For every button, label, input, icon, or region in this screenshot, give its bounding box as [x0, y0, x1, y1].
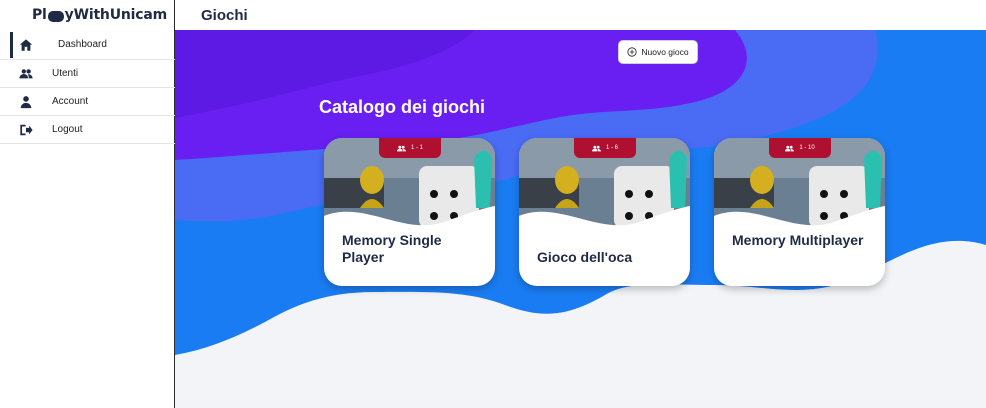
- new-game-button[interactable]: Nuovo gioco: [618, 40, 698, 64]
- sidebar-item-account[interactable]: Account: [0, 88, 175, 116]
- users-icon: [591, 145, 601, 151]
- sidebar-item-dashboard[interactable]: Dashboard: [0, 30, 175, 60]
- sidebar-item-label: Dashboard: [58, 39, 107, 50]
- brand-text-end: yWithUnicam: [64, 7, 167, 23]
- players-range: 1 - 1: [410, 145, 423, 151]
- users-icon: [785, 145, 795, 151]
- sidebar-item-label: Logout: [52, 124, 83, 135]
- players-range: 1 - 6: [605, 145, 618, 151]
- catalog-title: Catalogo dei giochi: [319, 97, 486, 117]
- sidebar-item-label: Account: [52, 96, 89, 107]
- sidebar-item-label: Utenti: [52, 68, 79, 79]
- players-badge: 1 - 6: [574, 138, 636, 158]
- main-content: Nuovo gioco Catalogo dei giochi 1 - 1 Me…: [175, 30, 986, 408]
- users-icon: [0, 67, 52, 81]
- game-card-gioco-delloca[interactable]: 1 - 6 Gioco dell'oca: [519, 138, 690, 286]
- game-card-memory-single-player[interactable]: 1 - 1 Memory Single Player: [324, 138, 495, 286]
- brand-logo: Pl yWithUnicam: [0, 0, 174, 30]
- brand-text-start: Pl: [32, 7, 47, 23]
- players-range: 1 - 10: [799, 145, 815, 151]
- logout-icon: [0, 123, 52, 137]
- sidebar: Pl yWithUnicam Dashboard Utenti Account …: [0, 0, 175, 408]
- players-badge: 1 - 1: [379, 138, 441, 158]
- header: Giochi: [175, 0, 986, 30]
- card-title: Memory Multiplayer: [732, 232, 864, 248]
- sidebar-item-logout[interactable]: Logout: [0, 116, 175, 144]
- card-title: Memory Single Player: [342, 232, 442, 265]
- users-icon: [396, 145, 406, 151]
- page-title: Giochi: [201, 6, 248, 24]
- gamepad-icon: [47, 10, 64, 22]
- new-game-label: Nuovo gioco: [641, 47, 689, 57]
- card-title: Gioco dell'oca: [537, 249, 633, 265]
- game-card-memory-multiplayer[interactable]: 1 - 10 Memory Multiplayer: [714, 138, 885, 286]
- players-badge: 1 - 10: [769, 138, 831, 158]
- plus-circle-icon: [627, 47, 637, 57]
- sidebar-item-utenti[interactable]: Utenti: [0, 60, 175, 88]
- user-icon: [0, 95, 52, 109]
- home-icon: [0, 38, 52, 52]
